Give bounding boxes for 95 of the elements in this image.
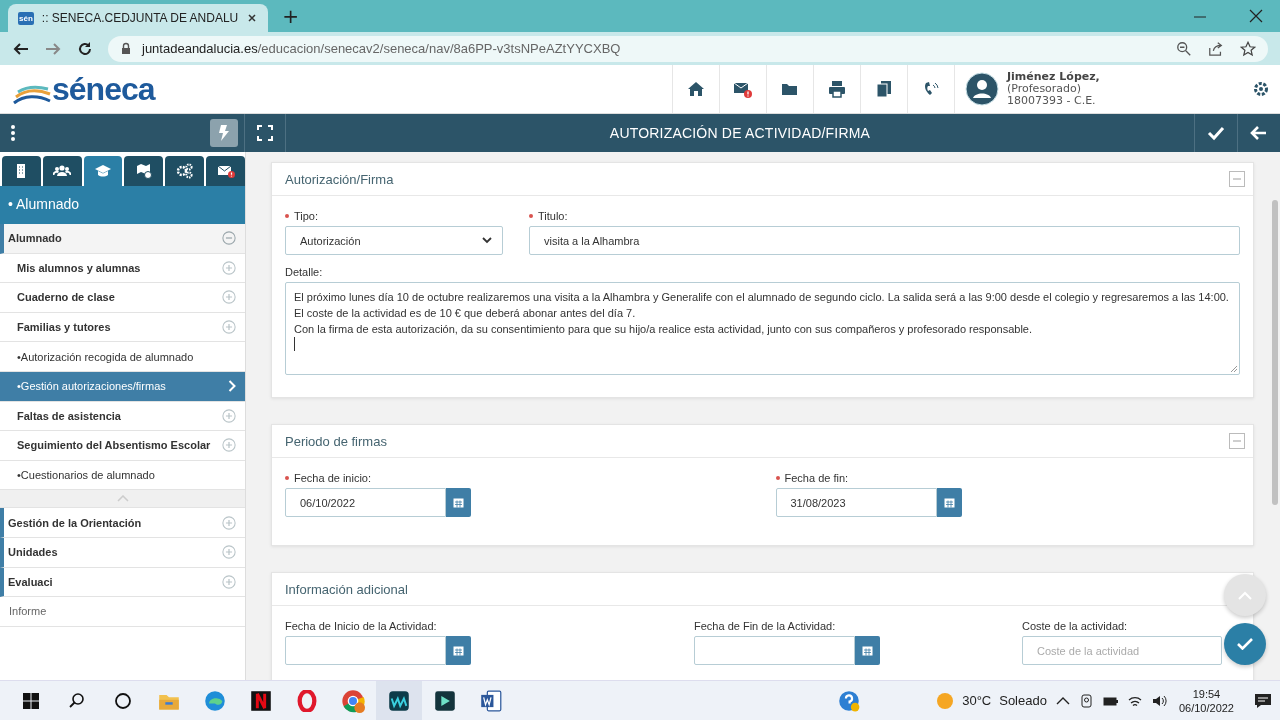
menu-item[interactable]: •Gestión autorizaciones/firmas (0, 371, 245, 402)
wave-app-icon[interactable] (388, 689, 410, 712)
confirm-button[interactable] (1224, 623, 1266, 665)
sidebar-tab[interactable] (206, 156, 245, 186)
search-icon[interactable] (68, 691, 86, 710)
sidebar-tab[interactable] (124, 156, 164, 186)
chevron-down-icon (482, 237, 492, 244)
weather-temperature: 30°C (962, 693, 992, 708)
user-role: (Profesorado) (1007, 83, 1083, 95)
calendar-button[interactable] (446, 488, 471, 517)
card-title: Periodo de firmas (285, 433, 387, 449)
page-title: AUTORIZACIÓN DE ACTIVIDAD/FIRMA (608, 125, 872, 141)
menu-group[interactable]: Alumnado (0, 224, 245, 254)
field-label: Tipo: (294, 210, 319, 222)
lock-icon (120, 42, 132, 55)
field-label: Fecha de Fin de la Actividad: (694, 620, 836, 632)
zoom-out-icon[interactable] (1176, 40, 1192, 57)
field-label: Titulo: (538, 210, 568, 222)
chevron-right-icon (228, 380, 236, 393)
scrollbar-thumb[interactable] (1272, 200, 1278, 505)
gears-icon (175, 162, 194, 180)
ring-icon[interactable] (296, 689, 318, 712)
detail-field[interactable]: El próximo lunes día 10 de octubre realizaremos una visita a la Alhambra y Generalife con el alumnado de segundo ciclo. La salida será a las 9:00 desde el colegio y regresaremos a las 14:00. El coste de la actividad es de 10 € que deberá abonar antes del día 7. Con la firma de esta autorización, da su consentimiento para que su hijo/a realice esta actividad, junto con sus compañeros y profesorado responsable. (285, 282, 1240, 375)
menu-item[interactable]: Familias y tutores (0, 312, 245, 343)
sidebar-tab[interactable] (2, 156, 41, 186)
menu-item[interactable]: Informe (0, 597, 245, 627)
calendar-icon (453, 497, 464, 508)
card-title: Información adicional (285, 581, 408, 597)
sidebar-tab[interactable] (42, 156, 82, 186)
close-icon[interactable] (246, 12, 259, 24)
menu-item[interactable]: Mis alumnos y alumnas (0, 253, 245, 284)
menu-item[interactable]: Faltas de asistencia (0, 401, 245, 432)
field-label: Fecha de Inicio de la Actividad: (285, 620, 437, 632)
clock-time[interactable]: 19:54 (1192, 686, 1221, 701)
settings-icon[interactable] (1252, 80, 1270, 98)
calendar-button[interactable] (936, 488, 962, 517)
section-title: • Alumnado (0, 186, 245, 224)
chevron-up-icon (1238, 590, 1252, 600)
field-label: Fecha de fin: (784, 472, 849, 484)
calendar-button[interactable] (446, 636, 471, 665)
avatar-icon[interactable] (965, 72, 999, 106)
help-icon[interactable] (838, 689, 861, 712)
seneca-logo[interactable]: séneca (0, 73, 672, 105)
windows-icon[interactable] (22, 691, 40, 710)
field-label: Fecha de inicio: (294, 472, 372, 484)
sidebar-tab[interactable] (83, 156, 123, 186)
copy-icon[interactable] (875, 80, 893, 98)
circle-icon[interactable] (114, 691, 132, 710)
share-icon[interactable] (1208, 40, 1224, 57)
browser-tab[interactable]: sén :: SENECA.CEDJUNTA DE ANDALU (8, 4, 269, 32)
calendar-button[interactable] (855, 636, 880, 665)
calendar-icon (943, 497, 955, 508)
date-field[interactable]: 31/08/2023 (775, 488, 937, 517)
check-icon[interactable] (1207, 124, 1225, 142)
card-title: Autorización/Firma (285, 171, 394, 187)
notification-icon[interactable] (1254, 691, 1272, 710)
address-bar[interactable]: juntadeandalucia.es/educacion/senecav2/seneca/nav/8a6PP-v3tsNPeAZtYYCXBQ (108, 35, 1268, 62)
sidebar-tab[interactable] (165, 156, 205, 186)
browser-icon[interactable] (204, 689, 226, 712)
close-icon[interactable] (1248, 8, 1264, 24)
weather-condition: Soleado (999, 693, 1047, 708)
menu-item[interactable]: Cuaderno de clase (0, 283, 245, 313)
clock-date[interactable]: 06/10/2022 (1178, 700, 1234, 715)
date-field[interactable] (694, 636, 855, 665)
camera-icon[interactable] (1078, 692, 1095, 709)
check-icon (1237, 638, 1253, 650)
calendar-icon (453, 645, 464, 656)
field-label: Coste de la actividad: (1022, 620, 1128, 632)
star-icon[interactable] (1240, 40, 1256, 57)
chrome-icon[interactable] (341, 688, 365, 713)
printer-icon[interactable] (828, 80, 846, 98)
user-name: Jiménez López, (1007, 71, 1100, 83)
user-center: 18007393 - C.E. (1007, 95, 1097, 107)
document-app-icon[interactable] (480, 689, 502, 712)
editor-app-icon[interactable] (434, 689, 456, 712)
phone-icon[interactable] (922, 80, 940, 98)
lightning-icon (218, 125, 230, 141)
resize-handle-icon[interactable] (1230, 365, 1237, 372)
type-select[interactable]: Autorización (285, 226, 503, 255)
date-field[interactable]: 06/10/2022 (285, 488, 446, 517)
map-icon (134, 162, 153, 180)
home-icon[interactable] (687, 80, 705, 98)
new-tab-button[interactable]: + (278, 4, 304, 28)
menu-icon[interactable] (10, 124, 16, 142)
date-field[interactable] (285, 636, 446, 665)
menu-item[interactable]: •Autorización recogida de alumnado (0, 342, 245, 372)
lightning-button[interactable] (210, 119, 238, 147)
menu-item[interactable]: Seguimiento del Absentismo Escolar (0, 431, 245, 461)
field-label: Detalle: (285, 266, 323, 278)
back-arrow-icon[interactable] (1250, 124, 1268, 142)
fullscreen-icon[interactable] (257, 125, 273, 141)
calendar-icon (862, 645, 873, 656)
streaming-app-icon[interactable] (250, 689, 272, 712)
site-favicon: sén (18, 11, 34, 25)
title-field[interactable]: visita a la Alhambra (529, 226, 1240, 255)
